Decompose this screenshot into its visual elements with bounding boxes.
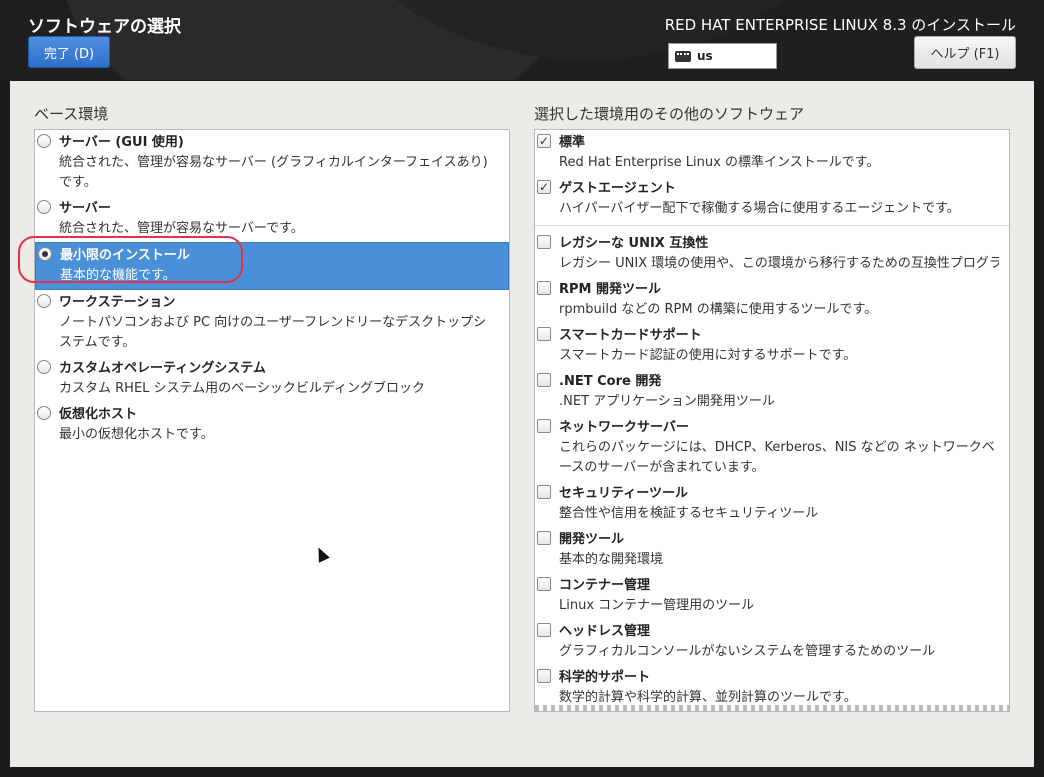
checkbox[interactable] (537, 281, 551, 295)
radio-button[interactable] (37, 360, 51, 374)
addon-title: RPM 開発ツール (559, 282, 662, 297)
addon-title: セキュリティーツール (559, 486, 688, 501)
base-env-label: ベース環境 (34, 105, 109, 123)
radio-button[interactable] (37, 406, 51, 420)
product-title: RED HAT ENTERPRISE LINUX 8.3 のインストール (664, 16, 1016, 34)
env-desc: 基本的な機能です。 (60, 268, 176, 283)
addon-desc: これらのパッケージには、DHCP、Kerberos、NIS などの ネットワーク… (559, 440, 995, 475)
addon-item[interactable]: RPM 開発ツール rpmbuild などの RPM の構築に使用するツールです… (535, 277, 1009, 323)
env-item-server[interactable]: サーバー 統合された、管理が容易なサーバーです。 (35, 196, 509, 242)
addon-desc: スマートカード認証の使用に対するサポートです。 (559, 348, 857, 363)
env-desc: ノートパソコンおよび PC 向けのユーザーフレンドリーなデスクトップシステムです… (59, 315, 487, 350)
env-desc: カスタム RHEL システム用のベーシックビルディングブロック (59, 381, 425, 396)
addons-list: ✓ 標準 Red Hat Enterprise Linux の標準インストールで… (534, 129, 1010, 712)
addon-item[interactable]: 開発ツール 基本的な開発環境 (535, 527, 1009, 573)
help-button[interactable]: ヘルプ (F1) (914, 36, 1016, 69)
addon-title: ゲストエージェント (559, 181, 676, 196)
checkbox[interactable] (537, 623, 551, 637)
addon-title: レガシーな UNIX 互換性 (559, 236, 709, 251)
checkbox[interactable] (537, 485, 551, 499)
addon-title: 科学的サポート (559, 670, 651, 685)
env-title: カスタムオペレーティングシステム (59, 361, 266, 376)
checkbox[interactable] (537, 577, 551, 591)
addon-item[interactable]: スマートカードサポート スマートカード認証の使用に対するサポートです。 (535, 323, 1009, 369)
addon-item[interactable]: レガシーな UNIX 互換性 レガシー UNIX 環境の使用や、この環境から移行… (535, 231, 1009, 277)
addon-title: ヘッドレス管理 (559, 624, 651, 639)
addon-desc: 整合性や信用を検証するセキュリティツール (559, 506, 819, 521)
checkbox-checked[interactable]: ✓ (537, 180, 551, 194)
divider (535, 225, 1009, 226)
env-title: ワークステーション (59, 295, 176, 310)
keyboard-layout-label: us (697, 49, 713, 63)
env-title: 仮想化ホスト (59, 407, 138, 422)
env-item-server-gui[interactable]: サーバー (GUI 使用) 統合された、管理が容易なサーバー (グラフィカルイン… (35, 130, 509, 196)
scroll-overflow-indicator (535, 705, 1009, 711)
addon-desc: グラフィカルコンソールがないシステムを管理するためのツール (559, 644, 936, 659)
addon-desc: .NET アプリケーション開発用ツール (559, 394, 775, 409)
addon-title: 開発ツール (559, 532, 625, 547)
checkbox[interactable] (537, 669, 551, 683)
addon-item[interactable]: ✓ ゲストエージェント ハイパーバイザー配下で稼働する場合に使用するエージェント… (535, 176, 1009, 222)
addon-desc: ハイパーバイザー配下で稼働する場合に使用するエージェントです。 (559, 201, 960, 216)
addon-desc: rpmbuild などの RPM の構築に使用するツールです。 (559, 302, 878, 317)
addon-title: スマートカードサポート (559, 328, 702, 343)
checkbox[interactable] (537, 373, 551, 387)
addon-desc: 基本的な開発環境 (559, 552, 664, 567)
env-desc: 統合された、管理が容易なサーバーです。 (59, 221, 304, 236)
addon-item[interactable]: ヘッドレス管理 グラフィカルコンソールがないシステムを管理するためのツール (535, 619, 1009, 665)
base-env-list: サーバー (GUI 使用) 統合された、管理が容易なサーバー (グラフィカルイン… (34, 129, 510, 712)
addon-title: 標準 (559, 135, 586, 150)
env-title: サーバー (GUI 使用) (59, 135, 184, 150)
env-desc: 統合された、管理が容易なサーバー (グラフィカルインターフェイスあり) です。 (59, 155, 488, 190)
env-title: 最小限のインストール (60, 248, 190, 263)
addon-title: コンテナー管理 (559, 578, 651, 593)
checkbox[interactable] (537, 419, 551, 433)
addon-desc: レガシー UNIX 環境の使用や、この環境から移行するための互換性プログラム (559, 256, 999, 271)
radio-button[interactable] (37, 134, 51, 148)
radio-button-selected[interactable] (38, 247, 52, 261)
checkbox[interactable] (537, 327, 551, 341)
env-title: サーバー (59, 201, 111, 216)
addon-title: .NET Core 開発 (559, 374, 662, 389)
env-desc: 最小の仮想化ホストです。 (59, 427, 214, 442)
env-item-minimal[interactable]: 最小限のインストール 基本的な機能です。 (35, 242, 509, 290)
keyboard-layout-indicator[interactable]: us (668, 43, 777, 69)
addon-item[interactable]: ネットワークサーバー これらのパッケージには、DHCP、Kerberos、NIS… (535, 415, 1009, 481)
checkbox[interactable] (537, 235, 551, 249)
env-item-virtualization-host[interactable]: 仮想化ホスト 最小の仮想化ホストです。 (35, 402, 509, 448)
main-content: ベース環境 選択した環境用のその他のソフトウェア サーバー (GUI 使用) 統… (10, 81, 1034, 767)
addon-desc: Red Hat Enterprise Linux の標準インストールです。 (559, 155, 880, 170)
addons-label: 選択した環境用のその他のソフトウェア (534, 105, 805, 123)
addon-item[interactable]: コンテナー管理 Linux コンテナー管理用のツール (535, 573, 1009, 619)
done-button[interactable]: 完了 (D) (28, 36, 110, 68)
checkbox[interactable] (537, 531, 551, 545)
page-title: ソフトウェアの選択 (28, 17, 181, 37)
checkbox-checked[interactable]: ✓ (537, 134, 551, 148)
header-bar: ソフトウェアの選択 完了 (D) RED HAT ENTERPRISE LINU… (0, 0, 1044, 80)
addon-item[interactable]: セキュリティーツール 整合性や信用を検証するセキュリティツール (535, 481, 1009, 527)
env-item-workstation[interactable]: ワークステーション ノートパソコンおよび PC 向けのユーザーフレンドリーなデス… (35, 290, 509, 356)
keyboard-icon (675, 50, 691, 62)
addon-desc: Linux コンテナー管理用のツール (559, 598, 755, 613)
addon-title: ネットワークサーバー (559, 420, 689, 435)
env-item-custom-os[interactable]: カスタムオペレーティングシステム カスタム RHEL システム用のベーシックビル… (35, 356, 509, 402)
addon-item[interactable]: ✓ 標準 Red Hat Enterprise Linux の標準インストールで… (535, 130, 1009, 176)
radio-button[interactable] (37, 200, 51, 214)
radio-button[interactable] (37, 294, 51, 308)
addon-item[interactable]: .NET Core 開発 .NET アプリケーション開発用ツール (535, 369, 1009, 415)
